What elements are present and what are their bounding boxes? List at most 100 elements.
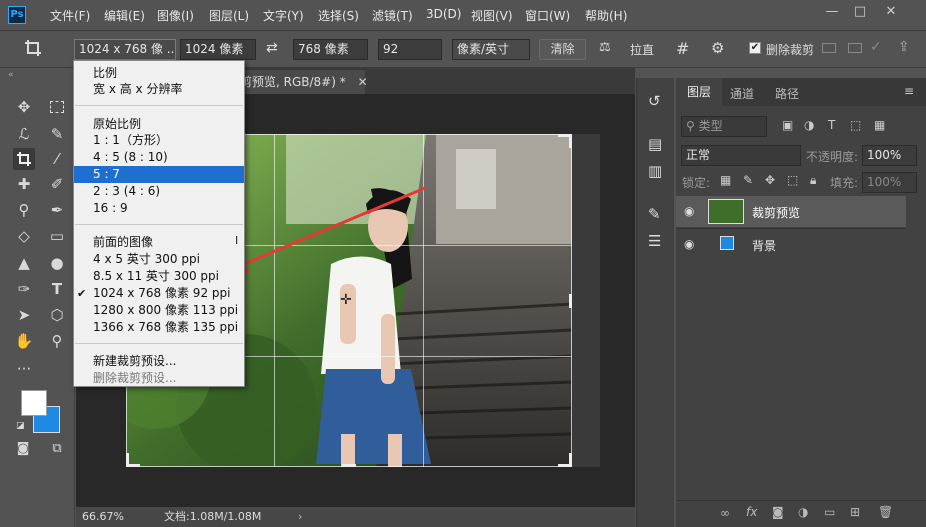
lock-pixels-icon[interactable]: ▦ xyxy=(720,173,731,187)
menu-file[interactable]: 文件(F) xyxy=(50,7,90,24)
menu-edit[interactable]: 编辑(E) xyxy=(104,7,145,24)
gradient-tool-icon[interactable]: ▭ xyxy=(46,225,68,247)
crop-tool-icon[interactable] xyxy=(22,39,44,61)
lock-move-icon[interactable]: ✥ xyxy=(765,173,775,187)
delete-cropped-checkbox[interactable]: ✔ xyxy=(749,42,761,54)
crop-handle-bottom-right[interactable] xyxy=(558,453,572,467)
crop-handle-right[interactable] xyxy=(569,294,572,308)
preset-option[interactable]: 4 : 5 (8 : 10) xyxy=(74,149,244,166)
close-tab-icon[interactable]: ✕ xyxy=(358,75,368,89)
document-tab[interactable]: 剪预览, RGB/8#) * ✕ xyxy=(235,70,368,94)
filter-type-icon[interactable]: T xyxy=(828,118,835,132)
new-group-icon[interactable]: ▭ xyxy=(824,505,835,519)
straighten-label[interactable]: 拉直 xyxy=(630,41,654,58)
menu-filter[interactable]: 滤镜(T) xyxy=(372,7,413,24)
brush-tool-icon[interactable]: ✐ xyxy=(46,173,68,195)
share-icon[interactable]: ⇪ xyxy=(898,39,910,55)
lock-artboard-icon[interactable]: ⬚ xyxy=(787,173,798,187)
status-arrow-icon[interactable]: › xyxy=(298,507,302,527)
tab-channels[interactable]: 通道 xyxy=(730,85,754,102)
lock-paint-icon[interactable]: ✎ xyxy=(743,173,753,187)
panel-menu-icon[interactable]: ≡ xyxy=(904,84,914,98)
notes-panel-icon[interactable]: ▥ xyxy=(648,162,662,180)
foreground-color-swatch[interactable] xyxy=(21,390,47,416)
lasso-tool-icon[interactable]: ℒ xyxy=(13,123,35,145)
more-tools-icon[interactable]: ··· xyxy=(13,358,35,380)
add-mask-icon[interactable]: ◙ xyxy=(772,505,784,519)
visibility-eye-icon[interactable]: ◉ xyxy=(684,204,694,218)
preset-option[interactable]: 2 : 3 (4 : 6) xyxy=(74,183,244,200)
unit-select[interactable]: 像素/英寸 xyxy=(452,39,530,60)
height-field[interactable]: 768 像素 xyxy=(293,39,368,60)
fill-field[interactable]: 100% xyxy=(862,172,917,193)
trash-icon[interactable]: 🗑︎ xyxy=(878,505,893,519)
default-colors-icon[interactable]: ◪ xyxy=(16,421,25,431)
history-brush-tool-icon[interactable]: ✒ xyxy=(46,199,68,221)
tab-paths[interactable]: 路径 xyxy=(775,85,799,102)
layer-row[interactable]: ◉ 背景 xyxy=(676,228,906,259)
clone-stamp-tool-icon[interactable]: ⚲ xyxy=(13,199,35,221)
filter-shape-icon[interactable]: ⬚ xyxy=(850,118,861,132)
layer-name[interactable]: 背景 xyxy=(752,237,776,254)
layer-filter-select[interactable]: ⚲ 类型 xyxy=(681,116,767,137)
preset-option[interactable]: 16 : 9 xyxy=(74,200,244,217)
menu-window[interactable]: 窗口(W) xyxy=(525,7,570,24)
brush-panel-icon[interactable]: ✎ xyxy=(648,205,661,223)
preset-option[interactable]: 1024 x 768 像素 92 ppi xyxy=(74,285,244,302)
hand-tool-icon[interactable]: ✋ xyxy=(13,330,35,352)
reset-icon[interactable] xyxy=(822,43,836,53)
crop-tool-active-icon[interactable] xyxy=(13,148,35,170)
close-button[interactable]: ✕ xyxy=(884,4,898,20)
opacity-field[interactable]: 100% xyxy=(862,145,917,166)
preset-option[interactable]: 1 : 1（方形） xyxy=(74,132,244,149)
layer-style-icon[interactable]: fx xyxy=(746,505,757,519)
layer-name[interactable]: 裁剪预览 xyxy=(752,204,800,221)
filter-adjust-icon[interactable]: ◑ xyxy=(804,118,814,132)
zoom-tool-icon[interactable]: ⚲ xyxy=(46,330,68,352)
path-select-tool-icon[interactable]: ➤ xyxy=(13,304,35,326)
commit-icon[interactable]: ✓ xyxy=(870,39,882,55)
collapse-icon[interactable]: « xyxy=(8,70,14,80)
zoom-level[interactable]: 66.67% xyxy=(82,507,124,527)
dodge-tool-icon[interactable]: ● xyxy=(46,252,68,274)
menu-image[interactable]: 图像(I) xyxy=(157,7,194,24)
crop-handle-bottom[interactable] xyxy=(342,464,356,467)
minimize-button[interactable]: — xyxy=(825,4,839,20)
preset-option[interactable]: 1366 x 768 像素 135 ppi xyxy=(74,319,244,336)
tab-layers[interactable]: 图层 xyxy=(676,78,722,106)
marquee-tool-icon[interactable] xyxy=(46,96,68,118)
healing-brush-tool-icon[interactable]: ✚ xyxy=(13,173,35,195)
eyedropper-tool-icon[interactable]: ⁄ xyxy=(46,148,68,170)
pen-tool-icon[interactable]: ✑ xyxy=(13,278,35,300)
preset-option[interactable]: 新建裁剪预设... xyxy=(74,353,244,370)
lock-all-icon[interactable]: 🔒︎ xyxy=(810,173,816,188)
menu-3d[interactable]: 3D(D) xyxy=(426,7,461,21)
eraser-tool-icon[interactable]: ◇ xyxy=(13,225,35,247)
quick-mask-icon[interactable]: ◙ xyxy=(12,438,34,460)
crop-handle-top-right[interactable] xyxy=(558,134,572,148)
type-tool-icon[interactable]: T xyxy=(46,278,68,300)
filter-smart-icon[interactable]: ▦ xyxy=(874,118,885,132)
preset-option[interactable]: 删除裁剪预设... xyxy=(74,370,244,387)
preset-option[interactable]: 宽 x 高 x 分辨率 xyxy=(74,81,244,98)
maximize-button[interactable]: □ xyxy=(853,4,867,20)
width-field[interactable]: 1024 像素 xyxy=(180,39,256,60)
blur-tool-icon[interactable]: ▲ xyxy=(13,252,35,274)
menu-help[interactable]: 帮助(H) xyxy=(585,7,627,24)
adjustments-panel-icon[interactable]: ☰ xyxy=(648,232,661,250)
shape-tool-icon[interactable]: ⬡ xyxy=(46,304,68,326)
history-panel-icon[interactable]: ↺ xyxy=(648,92,661,110)
swap-icon[interactable]: ⇄ xyxy=(266,40,278,56)
layer-row[interactable]: ◉ 裁剪预览 xyxy=(676,196,906,227)
grid-overlay-icon[interactable]: # xyxy=(676,39,689,58)
preset-select[interactable]: 1024 x 768 像 ... xyxy=(74,39,176,60)
filter-image-icon[interactable]: ▣ xyxy=(782,118,793,132)
adjustment-layer-icon[interactable]: ◑ xyxy=(798,505,808,519)
blend-mode-select[interactable]: 正常 xyxy=(681,145,801,166)
crop-handle-bottom-left[interactable] xyxy=(126,453,140,467)
new-layer-icon[interactable]: ⊞ xyxy=(850,505,860,519)
properties-panel-icon[interactable]: ▤ xyxy=(648,135,662,153)
gear-icon[interactable]: ⚙ xyxy=(711,39,724,57)
move-tool-icon[interactable]: ✥ xyxy=(13,96,35,118)
screen-mode-icon[interactable]: ⧉ xyxy=(46,438,68,460)
